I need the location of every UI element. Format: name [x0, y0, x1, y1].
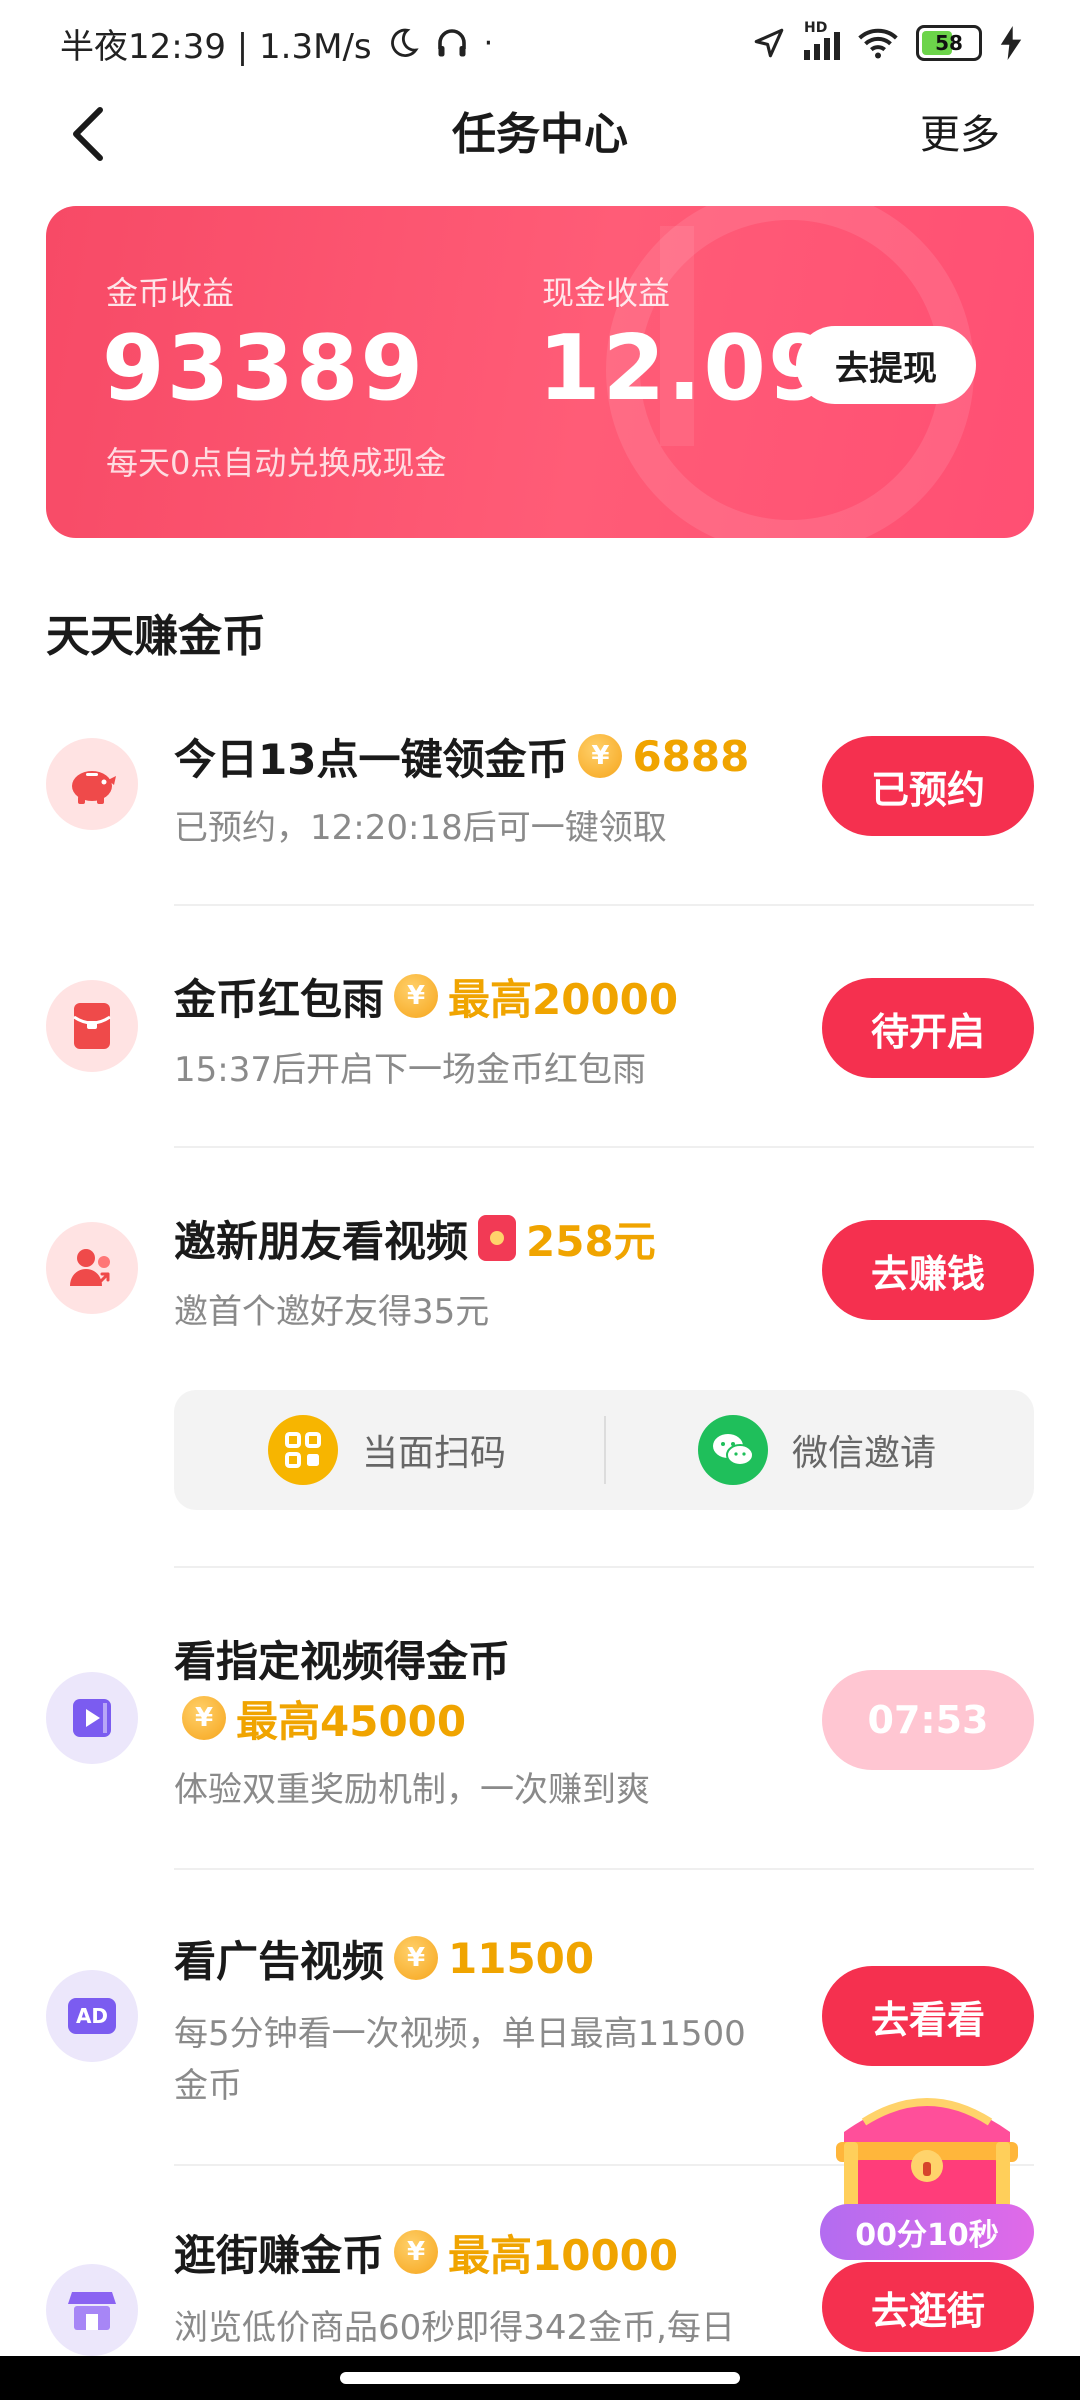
moon-icon: [390, 28, 419, 57]
task-title-text: 邀新朋友看视频: [174, 1216, 469, 1266]
coin-earnings-value[interactable]: 93389: [102, 316, 425, 421]
battery-level: 58: [935, 31, 963, 55]
video-icon: [73, 1699, 111, 1737]
task-subtitle: 已预约，12:20:18后可一键领取: [174, 808, 667, 848]
invite-options-panel: 当面扫码 微信邀请: [174, 1390, 1034, 1510]
divider: [174, 904, 1034, 906]
scan-qr-label: 当面扫码: [362, 1433, 507, 1474]
task-title-text: 看指定视频得金币: [174, 1636, 511, 1686]
scan-qr-option[interactable]: 当面扫码: [268, 1390, 506, 1510]
task-icon-red-packet: [46, 980, 138, 1072]
headphones-icon: [437, 29, 466, 57]
wechat-invite-option[interactable]: 微信邀请: [698, 1390, 936, 1510]
task-subtitle: 体验双重奖励机制，一次赚到爽: [174, 1770, 650, 1810]
coin-icon: ¥: [394, 1936, 439, 1980]
task-reward-row: ¥ 最高45000: [182, 1688, 466, 1748]
piggy-bank-icon: [72, 771, 116, 804]
invite-friends-icon: [70, 1249, 110, 1286]
task-reward: 258元: [526, 1216, 656, 1266]
go-shopping-button[interactable]: 去逛街: [822, 2262, 1034, 2352]
charging-bolt-icon: [1000, 26, 1022, 60]
task-title-text: 看广告视频: [174, 1936, 385, 1986]
cash-earnings-value[interactable]: 12.09: [538, 316, 833, 421]
more-button[interactable]: 更多: [920, 100, 1000, 170]
task-title: 邀新朋友看视频 258元: [174, 1208, 656, 1268]
home-gesture-handle[interactable]: [340, 2372, 740, 2384]
coin-icon: ¥: [182, 1696, 226, 1740]
task-title: 金币红包雨 ¥ 最高20000: [174, 966, 678, 1026]
cash-earnings-label: 现金收益: [542, 274, 671, 312]
coin-icon: ¥: [394, 2230, 439, 2274]
task-subtitle: 15:37后开启下一场金币红包雨: [174, 1050, 646, 1090]
task-icon-invite: [46, 1222, 138, 1314]
red-packet-icon: [73, 1003, 111, 1049]
ad-icon: AD: [68, 1998, 116, 2034]
task-title-text: 金币红包雨: [174, 974, 385, 1024]
shop-icon: [68, 2292, 116, 2330]
location-arrow-icon: [754, 28, 784, 58]
coin-icon: ¥: [578, 734, 623, 778]
network-type-label: HD: [804, 20, 828, 36]
wechat-icon: [698, 1415, 768, 1485]
ad-icon-text: AD: [75, 2004, 109, 2028]
task-title-text: 逛街赚金币: [174, 2230, 385, 2280]
withdraw-button[interactable]: 去提现: [796, 326, 976, 404]
task-reward: 最高10000: [448, 2230, 679, 2280]
task-icon-shop: [46, 2264, 138, 2356]
signal-icon: HD: [804, 20, 840, 60]
chest-countdown-timer: 00分10秒: [820, 2204, 1034, 2260]
task-reward: 6888: [632, 731, 750, 781]
coin-exchange-note: 每天0点自动兑换成现金: [106, 444, 447, 482]
task-icon-ad: AD: [46, 1970, 138, 2062]
task-title-text: 今日13点一键领金币: [174, 734, 569, 784]
task-title: 看指定视频得金币: [174, 1628, 510, 1688]
coin-icon: ¥: [394, 974, 439, 1018]
task-subtitle-continued: 金币: [174, 2066, 242, 2106]
divider: [174, 1146, 1034, 1148]
pending-start-button[interactable]: 待开启: [822, 978, 1034, 1078]
earnings-card: 金币收益 93389 每天0点自动兑换成现金 现金收益 12.09 去提现: [46, 206, 1034, 538]
reserved-button[interactable]: 已预约: [822, 736, 1034, 836]
wifi-icon: [858, 28, 898, 59]
section-title: 天天赚金币: [46, 611, 266, 662]
watch-button[interactable]: 去看看: [822, 1966, 1034, 2066]
divider: [174, 1868, 1034, 1870]
page-title: 任务中心: [452, 109, 628, 160]
task-title: 今日13点一键领金币 ¥ 6888: [174, 726, 749, 786]
battery-icon: 58: [916, 25, 982, 61]
task-subtitle: 浏览低价商品60秒即得342金币,每日: [174, 2308, 735, 2348]
status-dot: ·: [483, 25, 494, 61]
status-bar-left: 半夜12:39 | 1.3M/s ·: [60, 18, 493, 68]
earn-money-button[interactable]: 去赚钱: [822, 1220, 1034, 1320]
task-subtitle: 每5分钟看一次视频，单日最高11500: [174, 2014, 746, 2054]
task-title: 看广告视频 ¥ 11500: [174, 1928, 594, 1988]
status-time: 半夜12:39 | 1.3M/s: [60, 26, 372, 67]
task-icon-video: [46, 1672, 138, 1764]
task-reward: 最高20000: [448, 974, 679, 1024]
invite-separator: [604, 1416, 606, 1484]
status-bar-right: HD 58: [752, 18, 1022, 68]
qr-code-icon: [268, 1415, 338, 1485]
divider: [174, 1566, 1034, 1568]
treasure-chest-icon[interactable]: [824, 2082, 1030, 2212]
task-reward: 最高45000: [236, 1696, 467, 1746]
red-envelope-icon: [478, 1215, 517, 1261]
task-title: 逛街赚金币 ¥ 最高10000: [174, 2222, 678, 2282]
wechat-invite-label: 微信邀请: [792, 1433, 937, 1474]
task-icon-piggy-bank: [46, 738, 138, 830]
countdown-button[interactable]: 07:53: [822, 1670, 1034, 1770]
task-subtitle: 邀首个邀好友得35元: [174, 1292, 490, 1332]
task-reward: 11500: [448, 1933, 595, 1983]
coin-earnings-label: 金币收益: [106, 274, 235, 312]
